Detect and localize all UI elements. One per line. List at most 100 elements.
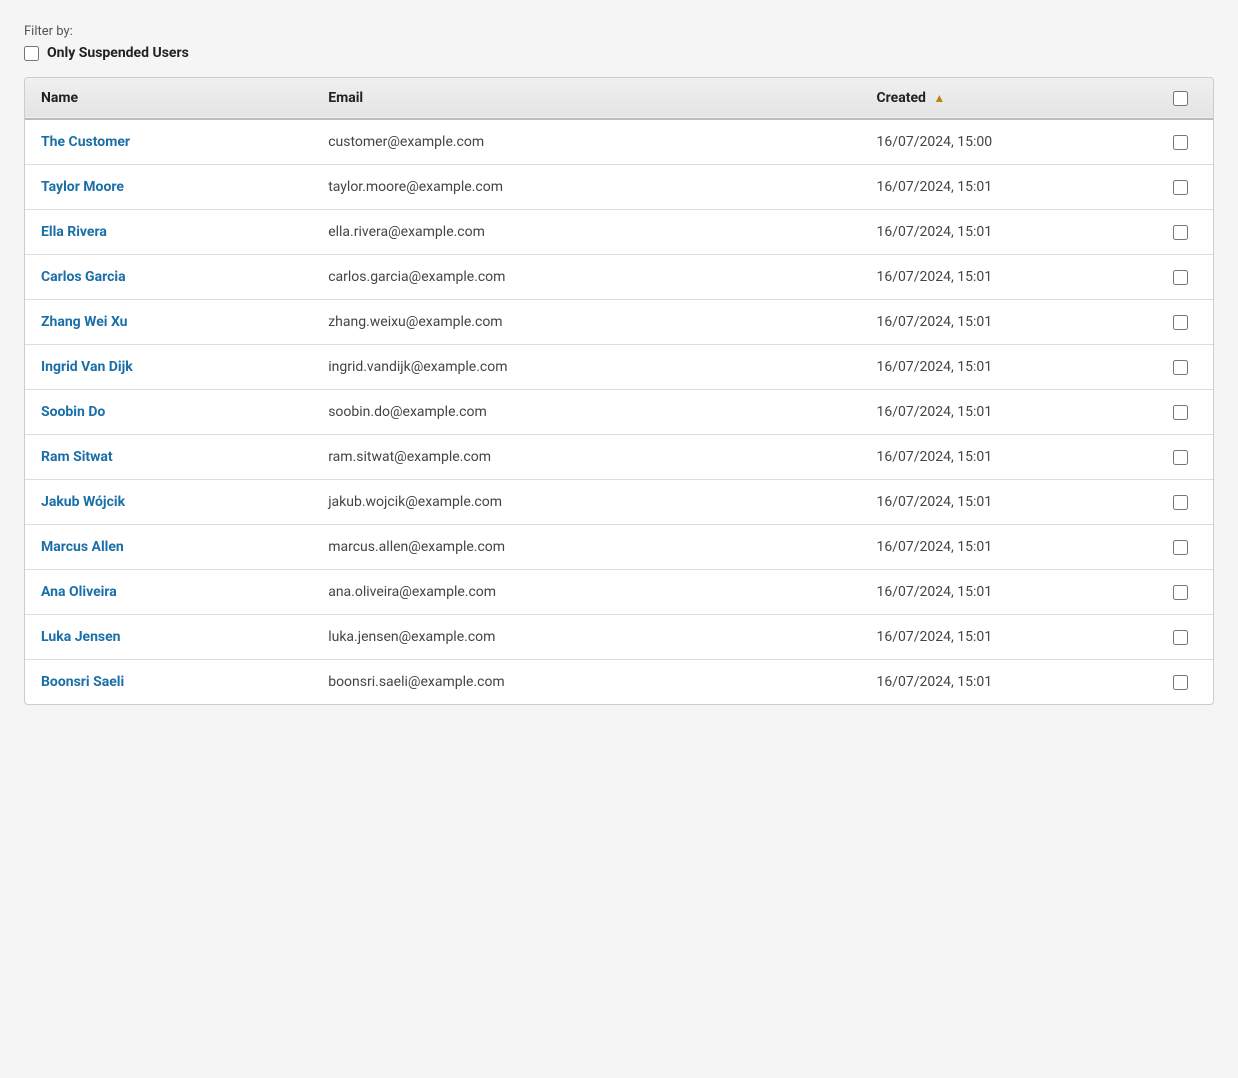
table-row: Ella Rivera ella.rivera@example.com 16/07/… — [25, 210, 1213, 255]
user-created-cell: 16/07/2024, 15:01 — [861, 480, 1148, 525]
user-email-cell: ella.rivera@example.com — [312, 210, 860, 255]
user-created: 16/07/2024, 15:01 — [877, 269, 993, 285]
user-name-cell: Taylor Moore — [25, 165, 312, 210]
user-name-link[interactable]: Ella Rivera — [41, 224, 107, 240]
table-row: Taylor Moore taylor.moore@example.com 16/0… — [25, 165, 1213, 210]
user-name-link[interactable]: Zhang Wei Xu — [41, 314, 128, 330]
user-email-cell: zhang.weixu@example.com — [312, 300, 860, 345]
user-created: 16/07/2024, 15:00 — [877, 134, 993, 150]
user-name-link[interactable]: Ana Oliveira — [41, 584, 117, 600]
user-checkbox-cell — [1148, 480, 1213, 525]
table-row: Zhang Wei Xuzhang.weixu@example.com16/07… — [25, 300, 1213, 345]
user-name-link[interactable]: Soobin Do — [41, 404, 105, 420]
row-select-checkbox[interactable] — [1173, 450, 1188, 465]
user-name-link[interactable]: Luka Jensen — [41, 629, 121, 645]
user-checkbox-cell — [1148, 345, 1213, 390]
row-select-checkbox[interactable] — [1173, 315, 1188, 330]
user-name-link[interactable]: Jakub Wójcik — [41, 494, 125, 510]
table-header-row: Name Email Created ▲ — [25, 78, 1213, 119]
sort-asc-icon: ▲ — [933, 91, 945, 105]
user-email: marcus.allen@example.com — [328, 539, 505, 555]
user-email-cell: carlos.garcia@example.com — [312, 255, 860, 300]
suspended-users-label[interactable]: Only Suspended Users — [47, 45, 189, 61]
user-email-cell: ana.oliveira@example.com — [312, 570, 860, 615]
user-checkbox-cell — [1148, 570, 1213, 615]
user-created-cell: 16/07/2024, 15:00 — [861, 119, 1148, 165]
user-created-cell: 16/07/2024, 15:01 — [861, 570, 1148, 615]
user-email: taylor.moore@example.com — [328, 179, 503, 195]
user-name-cell: Ram Sitwat — [25, 435, 312, 480]
row-select-checkbox[interactable] — [1173, 270, 1188, 285]
user-checkbox-cell — [1148, 119, 1213, 165]
row-select-checkbox[interactable] — [1173, 630, 1188, 645]
user-created: 16/07/2024, 15:01 — [877, 224, 993, 240]
select-all-checkbox[interactable] — [1173, 91, 1188, 106]
user-created-cell: 16/07/2024, 15:01 — [861, 345, 1148, 390]
user-name-cell: Carlos Garcia — [25, 255, 312, 300]
user-created-cell: 16/07/2024, 15:01 — [861, 165, 1148, 210]
row-select-checkbox[interactable] — [1173, 540, 1188, 555]
table-row: Ram Sitwatram.sitwat@example.com16/07/20… — [25, 435, 1213, 480]
user-checkbox-cell — [1148, 615, 1213, 660]
table-row: Luka Jensenluka.jensen@example.com16/07/… — [25, 615, 1213, 660]
user-name-cell: Soobin Do — [25, 390, 312, 435]
table-row: The Customercustomer@example.com16/07/20… — [25, 119, 1213, 165]
user-email-cell: marcus.allen@example.com — [312, 525, 860, 570]
table-row: Marcus Allenmarcus.allen@example.com16/0… — [25, 525, 1213, 570]
user-name-cell: Marcus Allen — [25, 525, 312, 570]
user-email: soobin.do@example.com — [328, 404, 487, 420]
row-select-checkbox[interactable] — [1173, 405, 1188, 420]
user-name-link[interactable]: Carlos Garcia — [41, 269, 126, 285]
user-checkbox-cell — [1148, 165, 1213, 210]
user-created: 16/07/2024, 15:01 — [877, 674, 993, 690]
user-email: carlos.garcia@example.com — [328, 269, 505, 285]
user-created: 16/07/2024, 15:01 — [877, 584, 993, 600]
user-checkbox-cell — [1148, 300, 1213, 345]
user-email-cell: soobin.do@example.com — [312, 390, 860, 435]
user-name-cell: Ingrid Van Dijk — [25, 345, 312, 390]
user-name-cell: Zhang Wei Xu — [25, 300, 312, 345]
user-checkbox-cell — [1148, 435, 1213, 480]
table-row: Soobin Do soobin.do@example.com 16/07/2024… — [25, 390, 1213, 435]
user-name-cell: Ella Rivera — [25, 210, 312, 255]
user-created-cell: 16/07/2024, 15:01 — [861, 210, 1148, 255]
user-created-cell: 16/07/2024, 15:01 — [861, 615, 1148, 660]
user-name-link[interactable]: The Customer — [41, 134, 130, 150]
user-email-cell: boonsri.saeli@example.com — [312, 660, 860, 705]
col-header-name[interactable]: Name — [25, 78, 312, 119]
row-select-checkbox[interactable] — [1173, 180, 1188, 195]
user-email: ella.rivera@example.com — [328, 224, 485, 240]
user-name-cell: Boonsri Saeli — [25, 660, 312, 705]
row-select-checkbox[interactable] — [1173, 675, 1188, 690]
user-created-cell: 16/07/2024, 15:01 — [861, 390, 1148, 435]
user-name-cell: Ana Oliveira — [25, 570, 312, 615]
user-email-cell: ram.sitwat@example.com — [312, 435, 860, 480]
col-header-checkbox — [1148, 78, 1213, 119]
row-select-checkbox[interactable] — [1173, 225, 1188, 240]
user-created-cell: 16/07/2024, 15:01 — [861, 255, 1148, 300]
suspended-users-checkbox[interactable] — [24, 46, 39, 61]
user-checkbox-cell — [1148, 255, 1213, 300]
user-email: boonsri.saeli@example.com — [328, 674, 505, 690]
table-row: Ana Oliveira ana.oliveira@example.com 16/0… — [25, 570, 1213, 615]
user-email: ram.sitwat@example.com — [328, 449, 491, 465]
col-header-created[interactable]: Created ▲ — [861, 78, 1148, 119]
user-checkbox-cell — [1148, 210, 1213, 255]
row-select-checkbox[interactable] — [1173, 585, 1188, 600]
col-header-email[interactable]: Email — [312, 78, 860, 119]
user-name-link[interactable]: Ingrid Van Dijk — [41, 359, 133, 375]
users-table-container: Name Email Created ▲ The Customercustome… — [24, 77, 1214, 705]
user-created-cell: 16/07/2024, 15:01 — [861, 660, 1148, 705]
user-email-cell: taylor.moore@example.com — [312, 165, 860, 210]
users-table: Name Email Created ▲ The Customercustome… — [25, 78, 1213, 704]
user-name-link[interactable]: Taylor Moore — [41, 179, 124, 195]
user-name-link[interactable]: Boonsri Saeli — [41, 674, 124, 690]
user-email: ana.oliveira@example.com — [328, 584, 496, 600]
row-select-checkbox[interactable] — [1173, 360, 1188, 375]
user-name-link[interactable]: Ram Sitwat — [41, 449, 113, 465]
user-email-cell: ingrid.vandijk@example.com — [312, 345, 860, 390]
row-select-checkbox[interactable] — [1173, 495, 1188, 510]
row-select-checkbox[interactable] — [1173, 135, 1188, 150]
table-body: The Customercustomer@example.com16/07/20… — [25, 119, 1213, 704]
user-name-link[interactable]: Marcus Allen — [41, 539, 124, 555]
